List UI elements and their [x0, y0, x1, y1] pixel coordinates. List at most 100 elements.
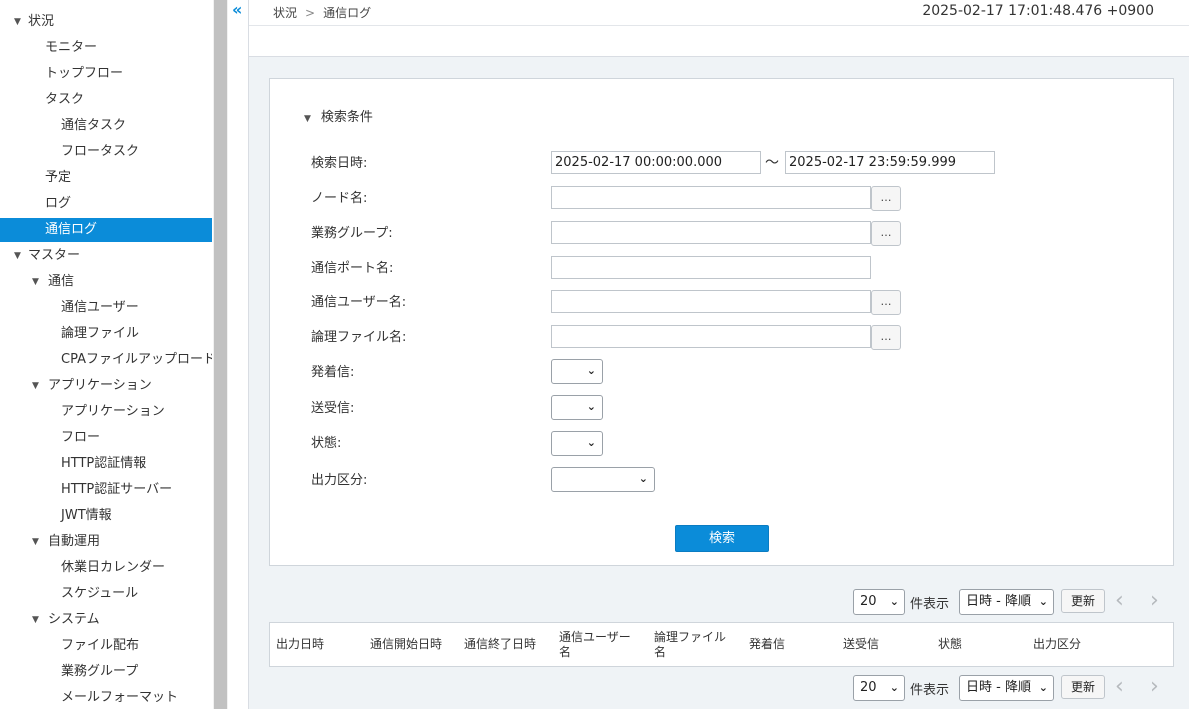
next-page-icon[interactable]: ›: [1150, 589, 1159, 613]
sidebar-item-label: 自動運用: [48, 534, 101, 549]
sidebar-item[interactable]: ▼ アプリケーション: [0, 374, 212, 398]
expanded-triangle-icon[interactable]: ▼: [32, 270, 39, 294]
sidebar-item[interactable]: ▼ 状況: [0, 10, 212, 34]
sort-select[interactable]: 日時 - 降順 ⌄: [959, 589, 1054, 615]
column-header[interactable]: 状態: [938, 623, 1026, 666]
chevron-down-icon: ⌄: [586, 436, 596, 449]
sidebar-item[interactable]: 通信ログ: [0, 218, 212, 242]
sidebar-item-label: CPAファイルアップロード: [61, 352, 212, 367]
sidebar-item[interactable]: アプリケーション: [0, 400, 212, 424]
node-name-browse-button[interactable]: …: [871, 186, 901, 211]
sidebar-item[interactable]: ファイル配布: [0, 634, 212, 658]
sidebar-item[interactable]: ▼ システム: [0, 608, 212, 632]
logical-file-browse-button[interactable]: …: [871, 325, 901, 350]
column-header[interactable]: 出力区分: [1033, 623, 1121, 666]
business-group-label: 業務グループ:: [311, 226, 393, 241]
sidebar-scrollbar-thumb[interactable]: [214, 0, 227, 709]
next-page-icon[interactable]: ›: [1150, 675, 1159, 699]
sidebar-item[interactable]: モニター: [0, 36, 212, 60]
page-size-select[interactable]: 20 ⌄: [853, 589, 905, 615]
sidebar-item[interactable]: ログ: [0, 192, 212, 216]
sidebar-item[interactable]: ▼ 通信: [0, 270, 212, 294]
sidebar-item[interactable]: HTTP認証サーバー: [0, 478, 212, 502]
sidebar-item-label: モニター: [45, 40, 98, 55]
send-receive-select[interactable]: ⌄: [551, 395, 603, 420]
status-select[interactable]: ⌄: [551, 431, 603, 456]
sidebar-item[interactable]: HTTP認証情報: [0, 452, 212, 476]
sidebar-item-label: 業務グループ: [61, 664, 139, 679]
chevron-down-icon: ⌄: [889, 681, 899, 694]
prev-page-icon[interactable]: ‹: [1115, 589, 1124, 613]
sidebar-item[interactable]: 通信タスク: [0, 114, 212, 138]
sidebar-item-label: マスター: [28, 248, 81, 263]
sidebar-item[interactable]: ▼ 自動運用: [0, 530, 212, 554]
pager-top: 20 ⌄ 件表示 日時 - 降順 ⌄ 更新 ‹ ›: [249, 588, 1189, 616]
prev-page-icon[interactable]: ‹: [1115, 675, 1124, 699]
sidebar-item[interactable]: フロー: [0, 426, 212, 450]
logical-file-input[interactable]: [551, 325, 871, 348]
comm-user-browse-button[interactable]: …: [871, 290, 901, 315]
sidebar-item-label: スケジュール: [61, 586, 139, 601]
sidebar-item[interactable]: 業務グループ: [0, 660, 212, 684]
sidebar-item[interactable]: 予定: [0, 166, 212, 190]
page-size-value: 20: [860, 680, 877, 695]
expanded-triangle-icon[interactable]: ▼: [32, 608, 39, 632]
column-header[interactable]: 送受信: [843, 623, 931, 666]
sidebar-item[interactable]: ▼ マスター: [0, 244, 212, 268]
column-header[interactable]: 出力日時: [276, 623, 364, 666]
result-table-header: 出力日時 通信開始日時 通信終了日時 通信ユーザー名 論理ファイル名 発着信 送…: [269, 622, 1174, 667]
sidebar-item-label: フロー: [61, 430, 101, 445]
search-conditions-toggle[interactable]: ▼ 検索条件: [304, 106, 373, 125]
sidebar-item[interactable]: 通信ユーザー: [0, 296, 212, 320]
column-header[interactable]: 発着信: [749, 623, 837, 666]
sidebar-item[interactable]: 休業日カレンダー: [0, 556, 212, 580]
sidebar-item-label: アプリケーション: [61, 404, 165, 419]
column-header[interactable]: 論理ファイル名: [654, 623, 732, 666]
date-from-input[interactable]: [551, 151, 761, 174]
sidebar-item[interactable]: タスク: [0, 88, 212, 112]
collapse-sidebar-icon[interactable]: «: [232, 1, 242, 19]
search-date-label: 検索日時:: [311, 156, 368, 171]
sidebar-item-label: 通信: [48, 274, 75, 289]
search-button[interactable]: 検索: [675, 525, 769, 552]
sidebar-item[interactable]: CPAファイルアップロード: [0, 348, 212, 372]
sort-select[interactable]: 日時 - 降順 ⌄: [959, 675, 1054, 701]
sidebar-item[interactable]: フロータスク: [0, 140, 212, 164]
refresh-button[interactable]: 更新: [1061, 589, 1105, 613]
status-label: 状態:: [311, 436, 342, 451]
page-size-select[interactable]: 20 ⌄: [853, 675, 905, 701]
sidebar-item[interactable]: JWT情報: [0, 504, 212, 528]
sidebar-item[interactable]: 論理ファイル: [0, 322, 212, 346]
node-name-input[interactable]: [551, 186, 871, 209]
business-group-browse-button[interactable]: …: [871, 221, 901, 246]
sidebar-item[interactable]: スケジュール: [0, 582, 212, 606]
output-type-select[interactable]: ⌄: [551, 467, 655, 492]
date-to-input[interactable]: [785, 151, 995, 174]
direction-select[interactable]: ⌄: [551, 359, 603, 384]
comm-port-input[interactable]: [551, 256, 871, 279]
chevron-down-icon: ⌄: [889, 595, 899, 608]
sidebar-item-label: JWT情報: [61, 508, 112, 523]
column-header[interactable]: 通信ユーザー名: [559, 623, 637, 666]
comm-user-input[interactable]: [551, 290, 871, 313]
expanded-triangle-icon[interactable]: ▼: [14, 244, 21, 268]
comm-port-label: 通信ポート名:: [311, 261, 394, 276]
expanded-triangle-icon[interactable]: ▼: [32, 530, 39, 554]
column-header[interactable]: 通信開始日時: [370, 623, 458, 666]
main-content: 状況 > 通信ログ 2025-02-17 17:01:48.476 +0900 ▼ 検…: [249, 0, 1189, 709]
sidebar-item[interactable]: トップフロー: [0, 62, 212, 86]
node-name-label: ノード名:: [311, 191, 368, 206]
breadcrumb-separator: >: [305, 6, 316, 20]
sidebar-item-label: フロータスク: [61, 144, 140, 159]
column-header[interactable]: 通信終了日時: [464, 623, 552, 666]
breadcrumb-item-status[interactable]: 状況: [273, 6, 297, 20]
expanded-triangle-icon[interactable]: ▼: [32, 374, 39, 398]
refresh-button[interactable]: 更新: [1061, 675, 1105, 699]
sidebar-item[interactable]: メールフォーマット: [0, 686, 212, 709]
chevron-down-icon: ⌄: [586, 400, 596, 413]
logical-file-label: 論理ファイル名:: [311, 330, 407, 345]
business-group-input[interactable]: [551, 221, 871, 244]
expanded-triangle-icon[interactable]: ▼: [14, 10, 21, 34]
sidebar-scrollbar[interactable]: [213, 0, 228, 709]
chevron-down-icon: ⌄: [586, 364, 596, 377]
